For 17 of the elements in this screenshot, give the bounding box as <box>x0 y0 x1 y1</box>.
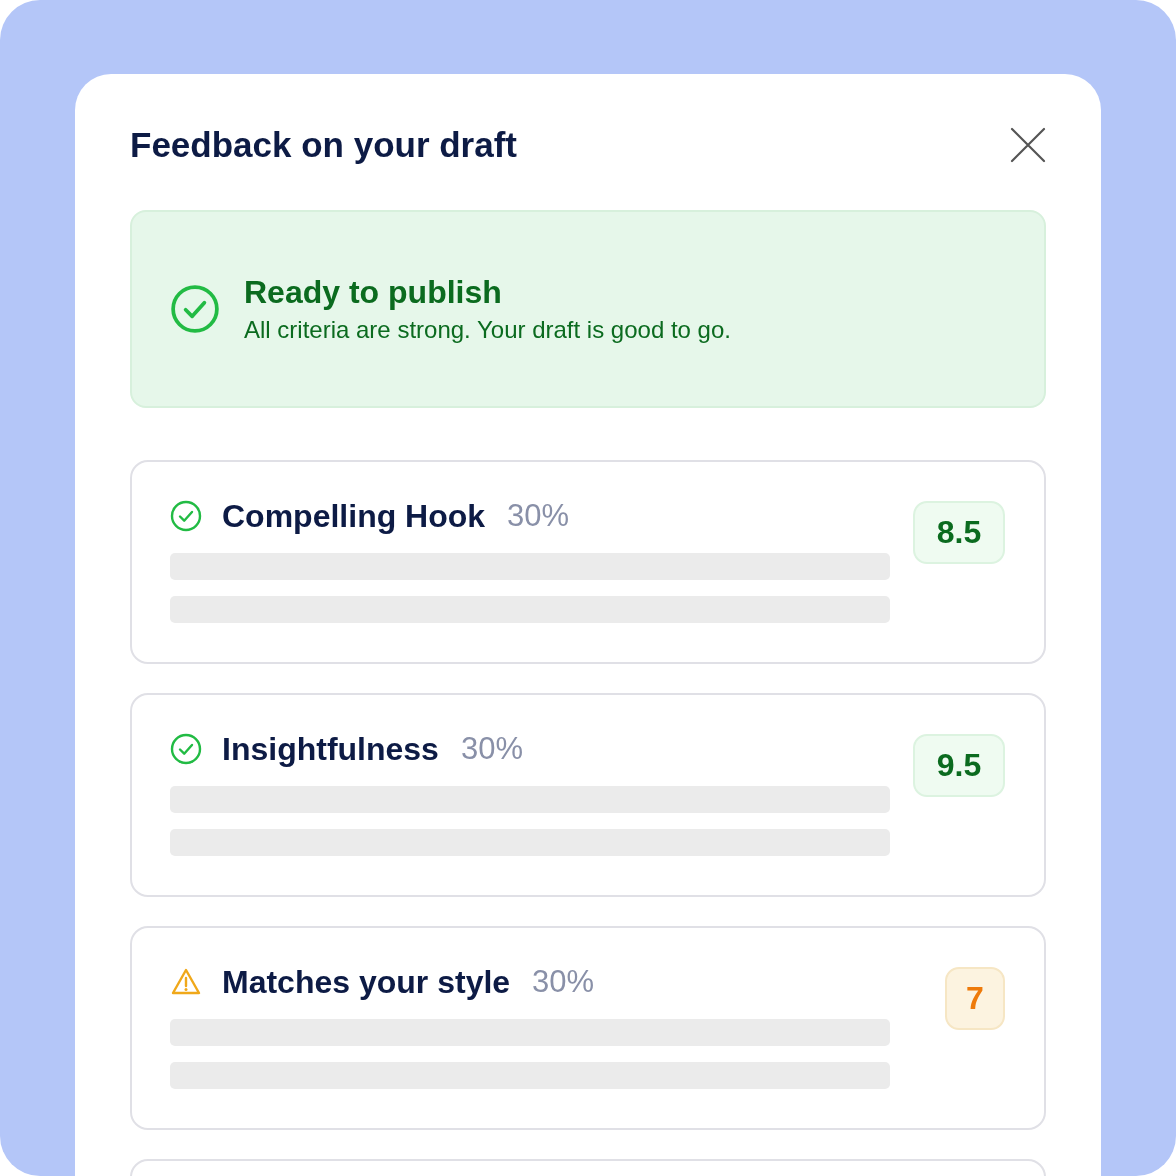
score-badge: 8.5 <box>913 501 1005 564</box>
criterion-weight: 30% <box>460 731 523 767</box>
criterion-name: Matches your style <box>222 963 511 1001</box>
banner-title: Ready to publish <box>244 273 503 312</box>
check-circle-icon <box>170 733 202 765</box>
criterion-weight: 30% <box>507 498 570 534</box>
criterion-name: Compelling Hook <box>222 497 486 535</box>
score-badge: 7 <box>945 967 1005 1030</box>
check-circle-icon <box>171 285 219 333</box>
check-circle-icon <box>170 500 202 532</box>
criterion-name: Insightfulness <box>222 730 439 768</box>
score-badge: 9.5 <box>913 734 1005 797</box>
dialog-title: Feedback on your draft <box>130 125 518 165</box>
close-button[interactable] <box>1010 127 1046 163</box>
criterion-weight: 30% <box>532 964 595 1000</box>
warning-icon <box>171 968 201 995</box>
banner-message: All criteria are strong. Your draft is good to go. <box>244 315 731 345</box>
